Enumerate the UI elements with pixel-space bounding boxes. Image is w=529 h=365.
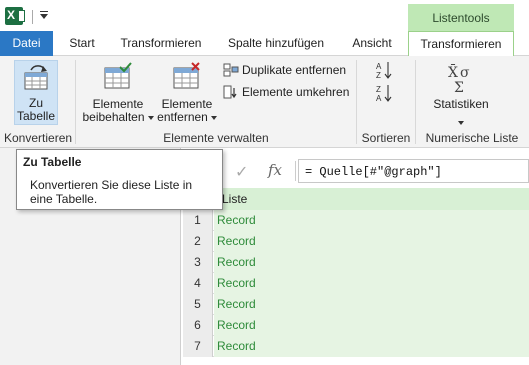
formula-bar: ✓ fx = Quelle[#"@graph"]	[183, 157, 529, 186]
duplikate-entfernen-label: Duplikate entfernen	[242, 63, 347, 77]
row-number: 3	[183, 252, 213, 273]
sort-descending-button[interactable]: Z A	[374, 83, 394, 103]
record-link[interactable]: Record	[214, 210, 529, 231]
context-group-header: Listentools	[408, 4, 514, 31]
remove-duplicates-icon	[223, 63, 239, 77]
quick-access-dropdown-icon[interactable]	[38, 8, 50, 22]
elemente-entfernen-button[interactable]: Elemente entfernen	[156, 60, 218, 126]
group-separator	[415, 60, 416, 144]
fx-icon[interactable]: fx	[268, 161, 282, 179]
elemente-beibehalten-button[interactable]: Elemente beibehalten	[82, 60, 154, 126]
svg-text:X̄: X̄	[448, 63, 458, 81]
chevron-down-icon	[458, 115, 464, 129]
ribbon: Zu Tabelle Konvertieren Elemente beibeha…	[0, 56, 529, 148]
row-number: 2	[183, 231, 213, 252]
elemente-beibehalten-label-2: beibehalten	[82, 110, 145, 124]
table-convert-icon	[24, 65, 48, 90]
qat-separator	[32, 10, 33, 24]
elemente-umkehren-label: Elemente umkehren	[242, 85, 350, 99]
row-number: 7	[183, 336, 213, 357]
table-row: 1 Record	[183, 210, 529, 231]
reverse-items-icon	[223, 85, 237, 99]
sort-ascending-icon: A Z	[376, 62, 392, 80]
svg-text:A: A	[376, 94, 382, 103]
svg-text:A: A	[376, 62, 382, 71]
statistiken-label: Statistiken	[433, 97, 489, 111]
formula-input[interactable]: = Quelle[#"@graph"]	[298, 159, 529, 183]
zu-tabelle-button[interactable]: Zu Tabelle	[14, 60, 58, 125]
keep-items-icon	[104, 62, 132, 89]
group-label-sortieren: Sortieren	[361, 131, 411, 145]
chevron-down-icon	[147, 115, 154, 120]
excel-logo-icon: X	[5, 7, 25, 25]
table-row: 4 Record	[183, 273, 529, 294]
elemente-entfernen-label-2: entfernen	[157, 110, 208, 124]
record-link[interactable]: Record	[214, 294, 529, 315]
svg-text:Z: Z	[376, 85, 381, 94]
row-number: 1	[183, 210, 213, 231]
formula-separator	[295, 161, 296, 181]
zu-tabelle-label-2: Tabelle	[16, 109, 56, 123]
grid-header: Liste	[183, 188, 529, 210]
column-header-liste[interactable]: Liste	[214, 188, 529, 210]
tab-listentools-transformieren[interactable]: Transformieren	[408, 31, 514, 57]
ribbon-tabs: Datei Start Transformieren Spalte hinzuf…	[0, 31, 529, 57]
check-icon[interactable]: ✓	[235, 162, 248, 182]
group-separator	[356, 60, 357, 144]
group-label-numerische-liste: Numerische Liste	[425, 131, 519, 145]
table-row: 2 Record	[183, 231, 529, 252]
chevron-down-icon	[210, 115, 217, 120]
sort-descending-icon: Z A	[376, 85, 392, 103]
statistics-icon: X̄ σ Σ	[448, 63, 470, 94]
svg-text:Σ: Σ	[454, 80, 464, 94]
group-label-konvertieren: Konvertieren	[4, 131, 73, 145]
statistiken-button[interactable]: X̄ σ Σ Statistiken	[428, 60, 494, 128]
tab-transformieren[interactable]: Transformieren	[112, 31, 210, 56]
tab-datei[interactable]: Datei	[0, 31, 53, 56]
svg-text:σ: σ	[460, 65, 470, 81]
row-number: 6	[183, 315, 213, 336]
table-row: 6 Record	[183, 315, 529, 336]
row-number: 5	[183, 294, 213, 315]
table-row: 3 Record	[183, 252, 529, 273]
record-link[interactable]: Record	[214, 336, 529, 357]
group-label-elemente-verwalten: Elemente verwalten	[163, 131, 269, 145]
title-bar: X Listentools	[0, 0, 529, 31]
data-grid: Liste 1 Record 2 Record 3 Record 4 Recor…	[183, 188, 529, 365]
remove-items-icon	[173, 62, 200, 89]
statistiken-dropdown-arrow	[458, 120, 464, 125]
svg-text:Z: Z	[376, 71, 381, 80]
tooltip-body: Konvertieren Sie diese Liste in eine Tab…	[30, 178, 193, 206]
record-link[interactable]: Record	[214, 231, 529, 252]
tab-ansicht[interactable]: Ansicht	[344, 31, 400, 56]
table-row: 7 Record	[183, 336, 529, 357]
row-number: 4	[183, 273, 213, 294]
tooltip-title: Zu Tabelle	[23, 155, 82, 169]
record-link[interactable]: Record	[214, 315, 529, 336]
zu-tabelle-tooltip: Zu Tabelle Konvertieren Sie diese Liste …	[16, 149, 223, 210]
tab-start[interactable]: Start	[58, 31, 106, 56]
context-group-label: Listentools	[432, 11, 490, 25]
record-link[interactable]: Record	[214, 252, 529, 273]
duplikate-entfernen-button[interactable]: Duplikate entfernen	[223, 63, 346, 77]
tab-spalte-hinzufuegen[interactable]: Spalte hinzufügen	[218, 31, 334, 56]
elemente-umkehren-button[interactable]: Elemente umkehren	[223, 85, 349, 99]
record-link[interactable]: Record	[214, 273, 529, 294]
elemente-entfernen-line-2: entfernen	[156, 111, 218, 124]
group-separator	[75, 60, 76, 144]
table-row: 5 Record	[183, 294, 529, 315]
elemente-beibehalten-line-2: beibehalten	[82, 111, 154, 124]
sort-ascending-button[interactable]: A Z	[374, 60, 394, 80]
